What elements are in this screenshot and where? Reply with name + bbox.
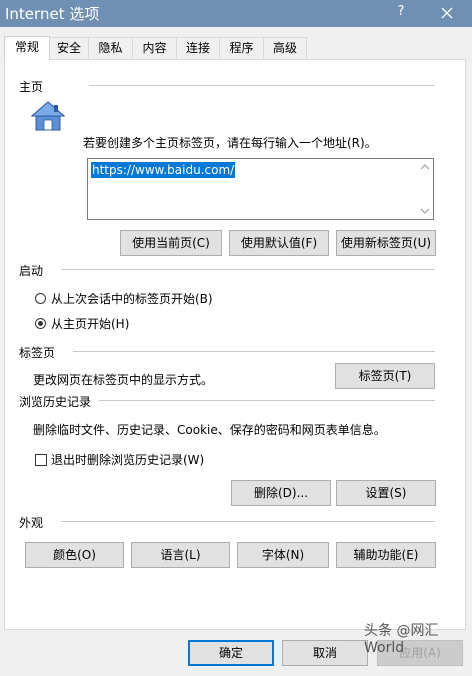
delete-on-exit-checkbox[interactable]: [35, 454, 47, 466]
general-panel: 主页 若要创建多个主页标签页，请在每行输入一个地址(R)。 https://ww…: [4, 59, 466, 630]
startup-section-label: 启动: [19, 264, 44, 278]
history-section-label: 浏览历史记录: [19, 395, 92, 409]
tab-connections[interactable]: 连接: [176, 37, 220, 59]
accessibility-button[interactable]: 辅助功能(E): [336, 542, 436, 568]
startup-divider: [61, 269, 435, 270]
tab-security[interactable]: 安全: [49, 37, 89, 59]
history-settings-button[interactable]: 设置(S): [336, 480, 436, 506]
appearance-divider: [61, 521, 435, 522]
homepage-divider: [89, 85, 435, 86]
scroll-arrows-icon: [420, 164, 430, 214]
homepage-section-label: 主页: [19, 80, 44, 94]
delete-history-button[interactable]: 删除(D)...: [231, 480, 331, 506]
radio-last-session[interactable]: [35, 293, 46, 304]
homepage-url-textarea[interactable]: https://www.baidu.com/: [87, 158, 434, 220]
window-title: Internet 选项: [5, 5, 100, 23]
watermark-text: 头条 @网汇World: [364, 623, 439, 656]
appearance-section-label: 外观: [19, 516, 44, 530]
use-new-tab-button[interactable]: 使用新标签页(U): [336, 230, 436, 256]
tab-privacy[interactable]: 隐私: [88, 37, 133, 59]
delete-on-exit-label[interactable]: 退出时删除浏览历史记录(W): [51, 451, 204, 468]
fonts-button[interactable]: 字体(N): [237, 542, 329, 568]
radio-home-page[interactable]: [35, 318, 46, 329]
languages-button[interactable]: 语言(L): [131, 542, 230, 568]
url-scrollbar[interactable]: [417, 159, 433, 219]
tab-programs[interactable]: 程序: [219, 37, 264, 59]
ok-button[interactable]: 确定: [188, 640, 274, 666]
tabs-button[interactable]: 标签页(T): [335, 363, 435, 389]
colors-button[interactable]: 颜色(O): [25, 542, 124, 568]
tab-content[interactable]: 内容: [132, 37, 177, 59]
close-button[interactable]: [432, 0, 462, 27]
homepage-hint: 若要创建多个主页标签页，请在每行输入一个地址(R)。: [83, 136, 377, 150]
tabs-divider: [73, 351, 435, 352]
use-current-button[interactable]: 使用当前页(C): [120, 230, 222, 256]
radio-selected-dot: [38, 321, 43, 326]
radio-last-session-label[interactable]: 从上次会话中的标签页开始(B): [51, 290, 213, 307]
tabs-section-label: 标签页: [19, 346, 56, 360]
help-button[interactable]: ?: [392, 4, 410, 19]
title-bar: Internet 选项 ?: [0, 0, 472, 27]
dialog-body: 常规 安全 隐私 内容 连接 程序 高级 主页 若要创建多个主页标签页，请在每行…: [0, 27, 472, 676]
history-description: 删除临时文件、历史记录、Cookie、保存的密码和网页表单信息。: [33, 423, 386, 437]
homepage-url-text: https://www.baidu.com/: [91, 162, 236, 178]
tabs-description: 更改网页在标签页中的显示方式。: [33, 373, 214, 387]
radio-home-page-label[interactable]: 从主页开始(H): [51, 315, 129, 332]
tab-advanced[interactable]: 高级: [263, 37, 307, 59]
tab-general[interactable]: 常规: [4, 36, 50, 60]
history-divider: [99, 400, 435, 401]
cancel-button[interactable]: 取消: [282, 640, 368, 666]
use-default-button[interactable]: 使用默认值(F): [229, 230, 329, 256]
close-icon: [441, 7, 453, 19]
home-icon: [30, 101, 66, 131]
